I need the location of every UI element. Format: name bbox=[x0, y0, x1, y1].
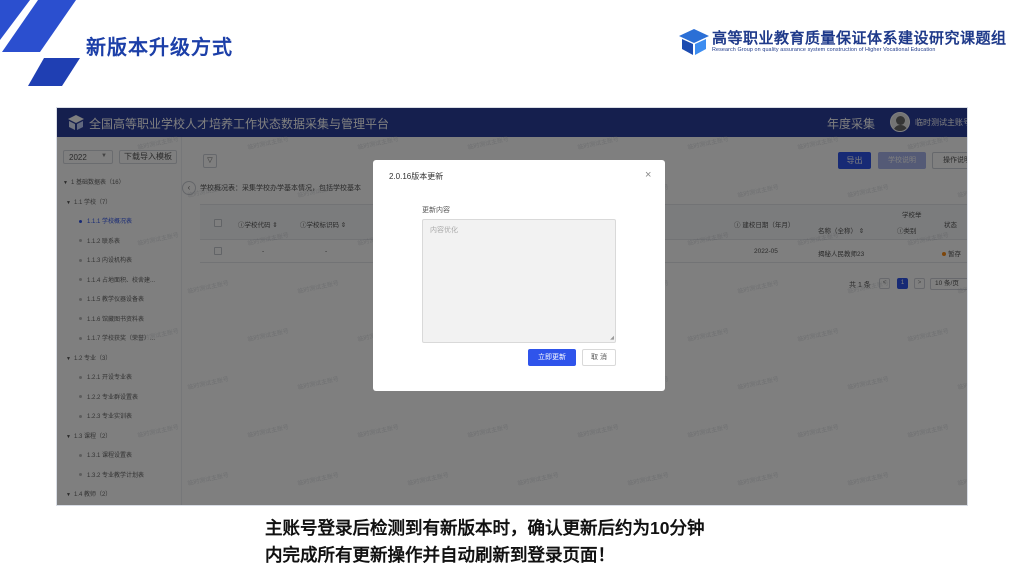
update-content-field[interactable]: 内容优化 ◢ bbox=[422, 219, 616, 343]
caption-line-2: 内完成所有更新操作并自动刷新到登录页面！ bbox=[265, 545, 615, 565]
close-icon[interactable]: × bbox=[645, 169, 651, 181]
dialog-title: 2.0.16版本更新 bbox=[389, 172, 444, 181]
update-content-label: 更新内容 bbox=[422, 207, 450, 214]
org-logo-icon bbox=[679, 29, 709, 55]
header-decoration bbox=[0, 0, 80, 86]
cancel-button[interactable]: 取 消 bbox=[582, 349, 616, 366]
caption-line-1: 主账号登录后检测到有新版本时，确认更新后约为10分钟 bbox=[265, 518, 705, 538]
slide-title: 新版本升级方式 bbox=[86, 37, 233, 59]
update-now-button[interactable]: 立即更新 bbox=[528, 349, 576, 366]
update-content-text: 内容优化 bbox=[430, 227, 458, 234]
org-name-cn: 高等职业教育质量保证体系建设研究课题组 bbox=[712, 30, 1007, 47]
app-screenshot: 全国高等职业学校人才培养工作状态数据采集与管理平台 年度采集 临时测试主账号 2… bbox=[56, 107, 968, 506]
update-dialog: 2.0.16版本更新 × 更新内容 内容优化 ◢ 立即更新 取 消 bbox=[373, 160, 665, 391]
slide-caption: 主账号登录后检测到有新版本时，确认更新后约为10分钟 内完成所有更新操作并自动刷… bbox=[265, 515, 825, 569]
resize-handle-icon[interactable]: ◢ bbox=[610, 335, 614, 341]
org-name-en: Research Group on quality assurance syst… bbox=[712, 47, 936, 53]
